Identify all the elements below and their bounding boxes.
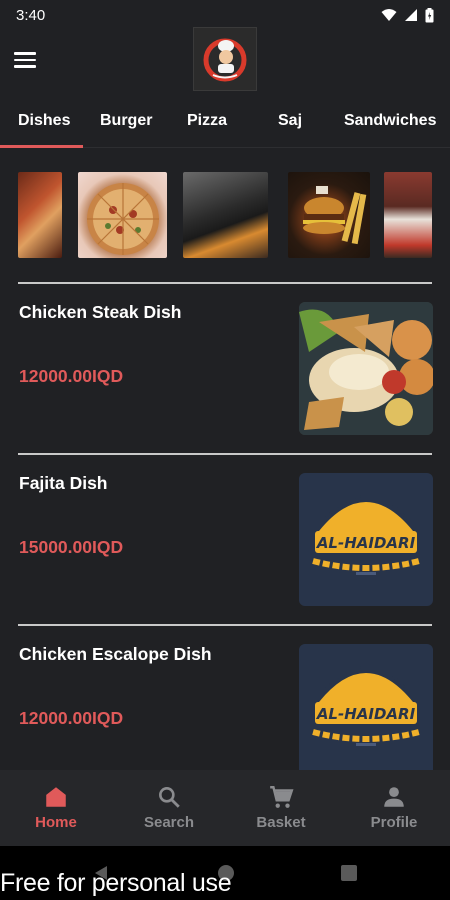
- item-price: 12000.00IQD: [19, 366, 124, 386]
- chef-logo-icon: [203, 38, 247, 82]
- al-haidari-logo: AL-HAIDARI: [312, 665, 420, 746]
- tab-dishes[interactable]: Dishes: [18, 112, 70, 130]
- nav-label: Search: [143, 814, 195, 831]
- nav-search[interactable]: Search: [119, 784, 219, 831]
- item-name: Chicken Escalope Dish: [19, 644, 212, 664]
- search-icon: [159, 787, 180, 808]
- tab-burger[interactable]: Burger: [100, 112, 152, 130]
- burger-image: [303, 186, 367, 245]
- menu-icon-line: [14, 58, 36, 62]
- signal-icon: [405, 9, 417, 21]
- menu-button[interactable]: [14, 46, 42, 74]
- tab-pizza[interactable]: Pizza: [187, 112, 227, 130]
- nav-basket[interactable]: Basket: [231, 784, 331, 831]
- menu-item[interactable]: Chicken Steak Dish 12000.00IQD: [0, 302, 450, 442]
- featured-gallery: [0, 172, 450, 258]
- item-image: AL-HAIDARI: [299, 473, 433, 606]
- watermark-text: Free for personal use: [0, 869, 232, 897]
- item-image: [299, 302, 433, 435]
- wifi-icon: [381, 9, 397, 21]
- al-haidari-logo: AL-HAIDARI: [312, 494, 420, 575]
- menu-icon-line: [14, 52, 36, 55]
- bottom-navigation: Home Search Basket Profile: [0, 770, 450, 846]
- divider: [18, 624, 432, 626]
- chicken-steak-image: [299, 302, 433, 435]
- pizza-image: [87, 183, 159, 255]
- logo-wordmark: AL-HAIDARI: [316, 534, 416, 552]
- gallery-image[interactable]: [384, 172, 432, 258]
- app-bar: [0, 26, 450, 96]
- nav-home[interactable]: Home: [6, 784, 106, 831]
- nav-label: Basket: [256, 814, 306, 831]
- gallery-image[interactable]: [78, 172, 167, 258]
- item-price: 12000.00IQD: [19, 708, 124, 728]
- tab-saj[interactable]: Saj: [278, 112, 302, 130]
- logo-wordmark: AL-HAIDARI: [316, 705, 416, 723]
- divider: [18, 282, 432, 284]
- person-icon: [384, 787, 404, 807]
- menu-icon-line: [14, 65, 36, 68]
- item-price: 15000.00IQD: [19, 537, 124, 557]
- nav-profile[interactable]: Profile: [344, 784, 444, 831]
- nav-label: Profile: [370, 814, 418, 831]
- item-name: Fajita Dish: [19, 473, 108, 493]
- battery-icon: [425, 7, 434, 22]
- category-tabs: Dishes Burger Pizza Saj Sandwiches: [0, 100, 450, 148]
- nav-label: Home: [35, 814, 77, 831]
- restaurant-logo[interactable]: [193, 27, 257, 91]
- menu-item[interactable]: Fajita Dish 15000.00IQD AL-HAIDARI: [0, 473, 450, 613]
- tab-sandwiches[interactable]: Sandwiches: [344, 112, 436, 130]
- divider: [18, 453, 432, 455]
- status-icons: [381, 7, 434, 23]
- gallery-image[interactable]: [18, 172, 62, 258]
- gallery-image[interactable]: [183, 172, 268, 258]
- tab-indicator: [0, 145, 83, 148]
- gallery-image[interactable]: [288, 172, 370, 258]
- item-image: AL-HAIDARI: [299, 644, 433, 777]
- item-name: Chicken Steak Dish: [19, 302, 182, 322]
- status-time: 3:40: [16, 6, 46, 24]
- menu-item[interactable]: Chicken Escalope Dish 12000.00IQD AL-HAI…: [0, 644, 450, 784]
- cart-icon: [270, 786, 294, 808]
- home-icon: [46, 787, 66, 807]
- recents-icon[interactable]: [340, 864, 358, 882]
